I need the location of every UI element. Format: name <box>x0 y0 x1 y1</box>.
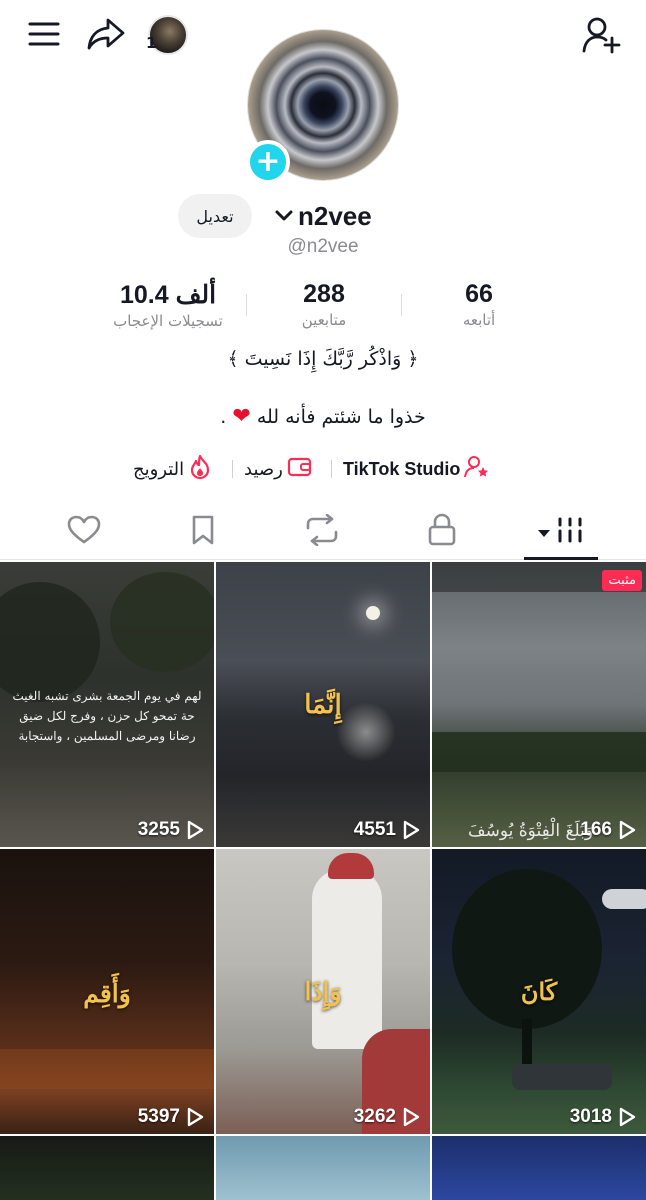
following-stat[interactable]: 66 أتابعه <box>430 280 528 329</box>
view-count: 5397 <box>138 1106 204 1128</box>
view-count: 3255 <box>138 819 204 841</box>
tab-videos[interactable] <box>530 512 590 552</box>
play-icon <box>187 1107 204 1127</box>
heart-icon: ❤ <box>232 404 251 429</box>
video-thumbnail[interactable]: وَإِذَا 3262 <box>216 849 430 1134</box>
video-overlay-text: لهم في يوم الجمعة بشرى تشبه الغيث حة تمح… <box>12 689 202 743</box>
tab-private[interactable] <box>412 512 472 552</box>
stat-divider <box>401 294 402 316</box>
profile-stats: 10.4 ألف تسجيلات الإعجاب 288 متابعين 66 … <box>0 280 646 340</box>
stat-divider <box>246 294 247 316</box>
likes-count: 10.4 ألف <box>119 281 217 309</box>
content-tabs <box>0 504 646 560</box>
view-count: 3018 <box>570 1106 636 1128</box>
wallet-label: رصيد <box>244 458 283 480</box>
chevron-down-icon <box>274 204 294 228</box>
tab-favorites[interactable] <box>173 512 233 552</box>
promote-label: الترويج <box>133 458 185 480</box>
play-icon <box>187 820 204 840</box>
view-count: 4551 <box>354 819 420 841</box>
video-thumbnail[interactable]: لهم في يوم الجمعة بشرى تشبه الغيث حة تمح… <box>0 562 214 847</box>
bio-line-1: ﴿ وَاذْكُر رَّبَّكَ إِذَا نَسِيتَ ﴾ <box>227 348 419 370</box>
promote-link[interactable]: الترويج <box>133 454 212 484</box>
bookmark-icon <box>190 514 216 550</box>
caret-down-icon <box>537 523 551 542</box>
user-handle: @n2vee <box>287 236 359 257</box>
video-thumbnail[interactable]: مثبت وَبَلَغَ الْفِتْوَةُ يُوسُفَ 166 <box>432 562 646 847</box>
link-separator <box>232 460 233 478</box>
play-icon <box>403 1107 420 1127</box>
wallet-icon <box>283 456 313 483</box>
bio-line-2-suffix: . <box>220 406 227 428</box>
view-count: 166 <box>580 819 636 841</box>
video-caption: وَإِذَا <box>304 977 342 1006</box>
repost-icon <box>304 513 340 550</box>
menu-icon[interactable] <box>24 16 64 52</box>
video-thumbnail[interactable]: إِنَّمَا 4551 <box>216 562 430 847</box>
tiktok-studio-link[interactable]: TikTok Studio <box>343 454 490 484</box>
link-separator <box>331 460 332 478</box>
video-caption: كَانَ <box>520 977 558 1006</box>
play-icon <box>619 820 636 840</box>
username: n2vee <box>298 200 372 231</box>
tab-reposts[interactable] <box>292 512 352 552</box>
pinned-badge: مثبت <box>602 570 642 591</box>
bio-line-2-text: خذوا ما شئتم فأنه لله <box>256 406 426 428</box>
following-count: 66 <box>465 280 493 308</box>
video-caption: إِنَّمَا <box>304 690 342 720</box>
likes-stat[interactable]: 10.4 ألف تسجيلات الإعجاب <box>96 280 240 330</box>
video-thumbnail[interactable] <box>0 1136 214 1200</box>
play-icon <box>619 1107 636 1127</box>
play-icon <box>403 820 420 840</box>
share-icon[interactable] <box>84 14 128 54</box>
heart-outline-icon <box>67 515 101 549</box>
bio-line-2: . ❤ خذوا ما شئتم فأنه لله <box>0 404 646 429</box>
following-label: أتابعه <box>462 311 496 329</box>
video-thumbnail[interactable]: وَأَقِم 5397 <box>0 849 214 1134</box>
video-thumbnail[interactable] <box>432 1136 646 1200</box>
story-count: 1 <box>146 34 157 52</box>
wallet-link[interactable]: رصيد <box>244 454 313 484</box>
tab-liked[interactable] <box>54 512 114 552</box>
grid-icon <box>557 516 583 548</box>
view-count: 3262 <box>354 1106 420 1128</box>
add-story-button[interactable]: + <box>246 140 290 184</box>
add-friend-icon[interactable] <box>580 14 624 56</box>
flame-icon <box>184 454 212 485</box>
tiktok-studio-label: TikTok Studio <box>343 458 461 479</box>
account-switcher[interactable]: n2vee <box>274 198 372 234</box>
active-tab-indicator <box>524 557 598 560</box>
lock-icon <box>427 513 457 551</box>
followers-stat[interactable]: 288 متابعين <box>262 280 386 329</box>
video-caption: وَبَلَغَ الْفِتْوَةُ يُوسُفَ <box>468 821 594 841</box>
edit-profile-button[interactable]: تعديل <box>178 194 252 238</box>
video-grid: لهم في يوم الجمعة بشرى تشبه الغيث حة تمح… <box>0 562 646 1200</box>
followers-label: متابعين <box>301 311 347 329</box>
video-thumbnail[interactable]: كَانَ 3018 <box>432 849 646 1134</box>
plus-icon: + <box>255 144 281 179</box>
video-thumbnail[interactable] <box>216 1136 430 1200</box>
likes-label: تسجيلات الإعجاب <box>113 312 223 330</box>
video-caption: وَأَقِم <box>83 979 131 1008</box>
creator-star-icon <box>460 455 490 484</box>
profile-links: TikTok Studio رصيد الترويج <box>0 454 646 484</box>
followers-count: 288 <box>303 280 345 308</box>
